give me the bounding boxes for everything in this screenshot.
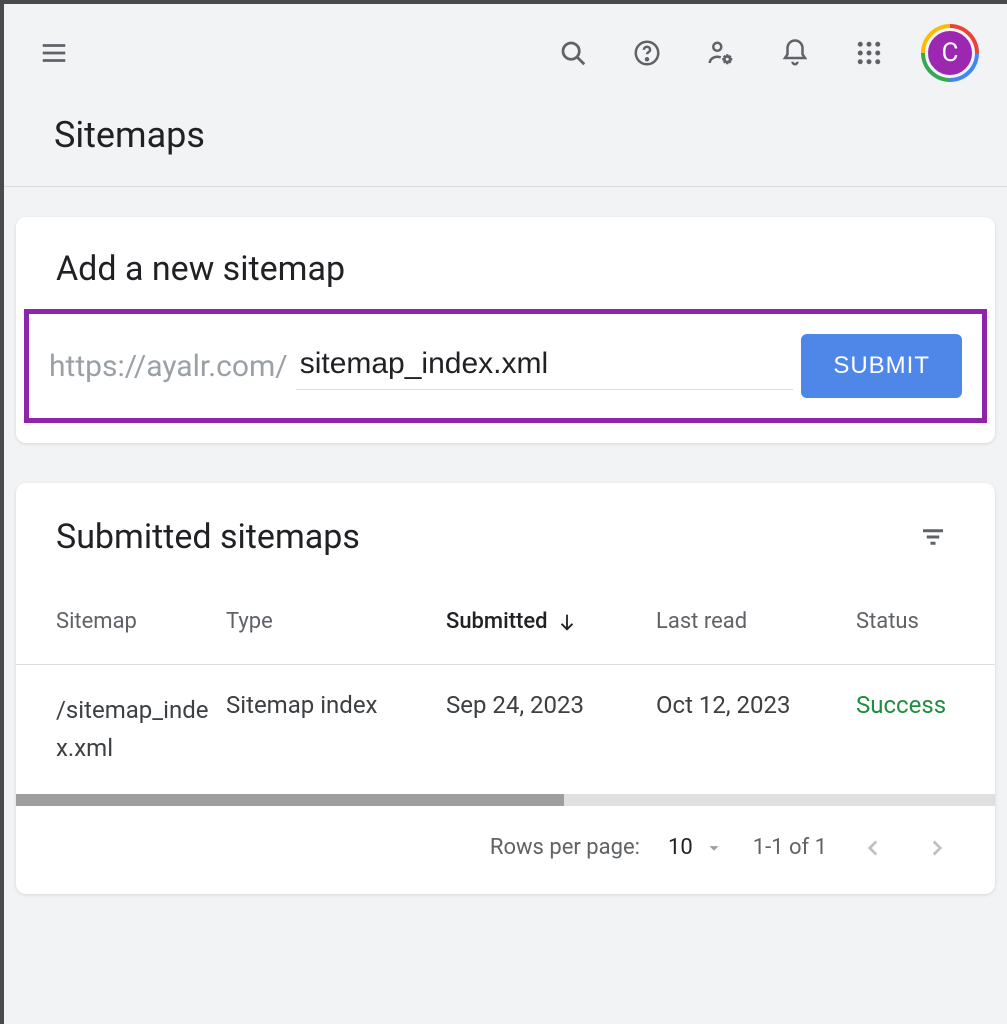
col-header-submitted-label: Submitted bbox=[446, 609, 548, 634]
submitted-sitemaps-title: Submitted sitemaps bbox=[56, 517, 360, 557]
page-title: Sitemaps bbox=[4, 94, 1007, 187]
account-avatar[interactable]: C bbox=[921, 24, 979, 82]
help-icon[interactable] bbox=[625, 31, 669, 75]
url-prefix: https://ayalr.com/ bbox=[49, 349, 288, 384]
submit-button[interactable]: SUBMIT bbox=[801, 334, 962, 398]
prev-page-button[interactable] bbox=[855, 830, 891, 866]
scrollbar-thumb[interactable] bbox=[16, 794, 564, 806]
apps-grid-icon[interactable] bbox=[847, 31, 891, 75]
col-header-submitted[interactable]: Submitted bbox=[446, 609, 656, 634]
sort-desc-icon bbox=[556, 611, 578, 633]
cell-lastread: Oct 12, 2023 bbox=[656, 691, 856, 719]
sitemap-path-input[interactable] bbox=[296, 343, 794, 390]
table-row[interactable]: /sitemap_index.xml Sitemap index Sep 24,… bbox=[16, 665, 995, 794]
cell-status: Success bbox=[856, 691, 955, 719]
cell-sitemap: /sitemap_index.xml bbox=[56, 691, 226, 768]
notifications-icon[interactable] bbox=[773, 31, 817, 75]
add-sitemap-form: https://ayalr.com/ SUBMIT bbox=[24, 309, 987, 423]
user-settings-icon[interactable] bbox=[699, 31, 743, 75]
add-sitemap-title: Add a new sitemap bbox=[56, 249, 345, 289]
cell-type: Sitemap index bbox=[226, 691, 446, 719]
col-header-type[interactable]: Type bbox=[226, 609, 446, 634]
app-topbar: C bbox=[4, 4, 1007, 94]
add-sitemap-card: Add a new sitemap https://ayalr.com/ SUB… bbox=[16, 217, 995, 443]
submitted-sitemaps-card: Submitted sitemaps Sitemap Type Submitte… bbox=[16, 483, 995, 894]
rows-per-page-label: Rows per page: bbox=[490, 835, 640, 860]
dropdown-icon bbox=[703, 837, 725, 859]
filter-icon[interactable] bbox=[911, 515, 955, 559]
sitemaps-table: Sitemap Type Submitted Last read Status … bbox=[16, 579, 995, 894]
col-header-sitemap[interactable]: Sitemap bbox=[56, 609, 226, 634]
col-header-status[interactable]: Status bbox=[856, 609, 955, 634]
menu-icon[interactable] bbox=[32, 31, 76, 75]
rows-per-page-select[interactable]: 10 bbox=[668, 835, 725, 860]
next-page-button[interactable] bbox=[919, 830, 955, 866]
rows-per-page-value: 10 bbox=[668, 835, 693, 860]
table-header-row: Sitemap Type Submitted Last read Status bbox=[16, 579, 995, 665]
search-icon[interactable] bbox=[551, 31, 595, 75]
horizontal-scrollbar[interactable] bbox=[16, 794, 995, 806]
table-pagination: Rows per page: 10 1-1 of 1 bbox=[16, 806, 995, 894]
cell-submitted: Sep 24, 2023 bbox=[446, 691, 656, 719]
avatar-letter: C bbox=[925, 28, 975, 78]
col-header-lastread[interactable]: Last read bbox=[656, 609, 856, 634]
pagination-range: 1-1 of 1 bbox=[753, 835, 827, 860]
